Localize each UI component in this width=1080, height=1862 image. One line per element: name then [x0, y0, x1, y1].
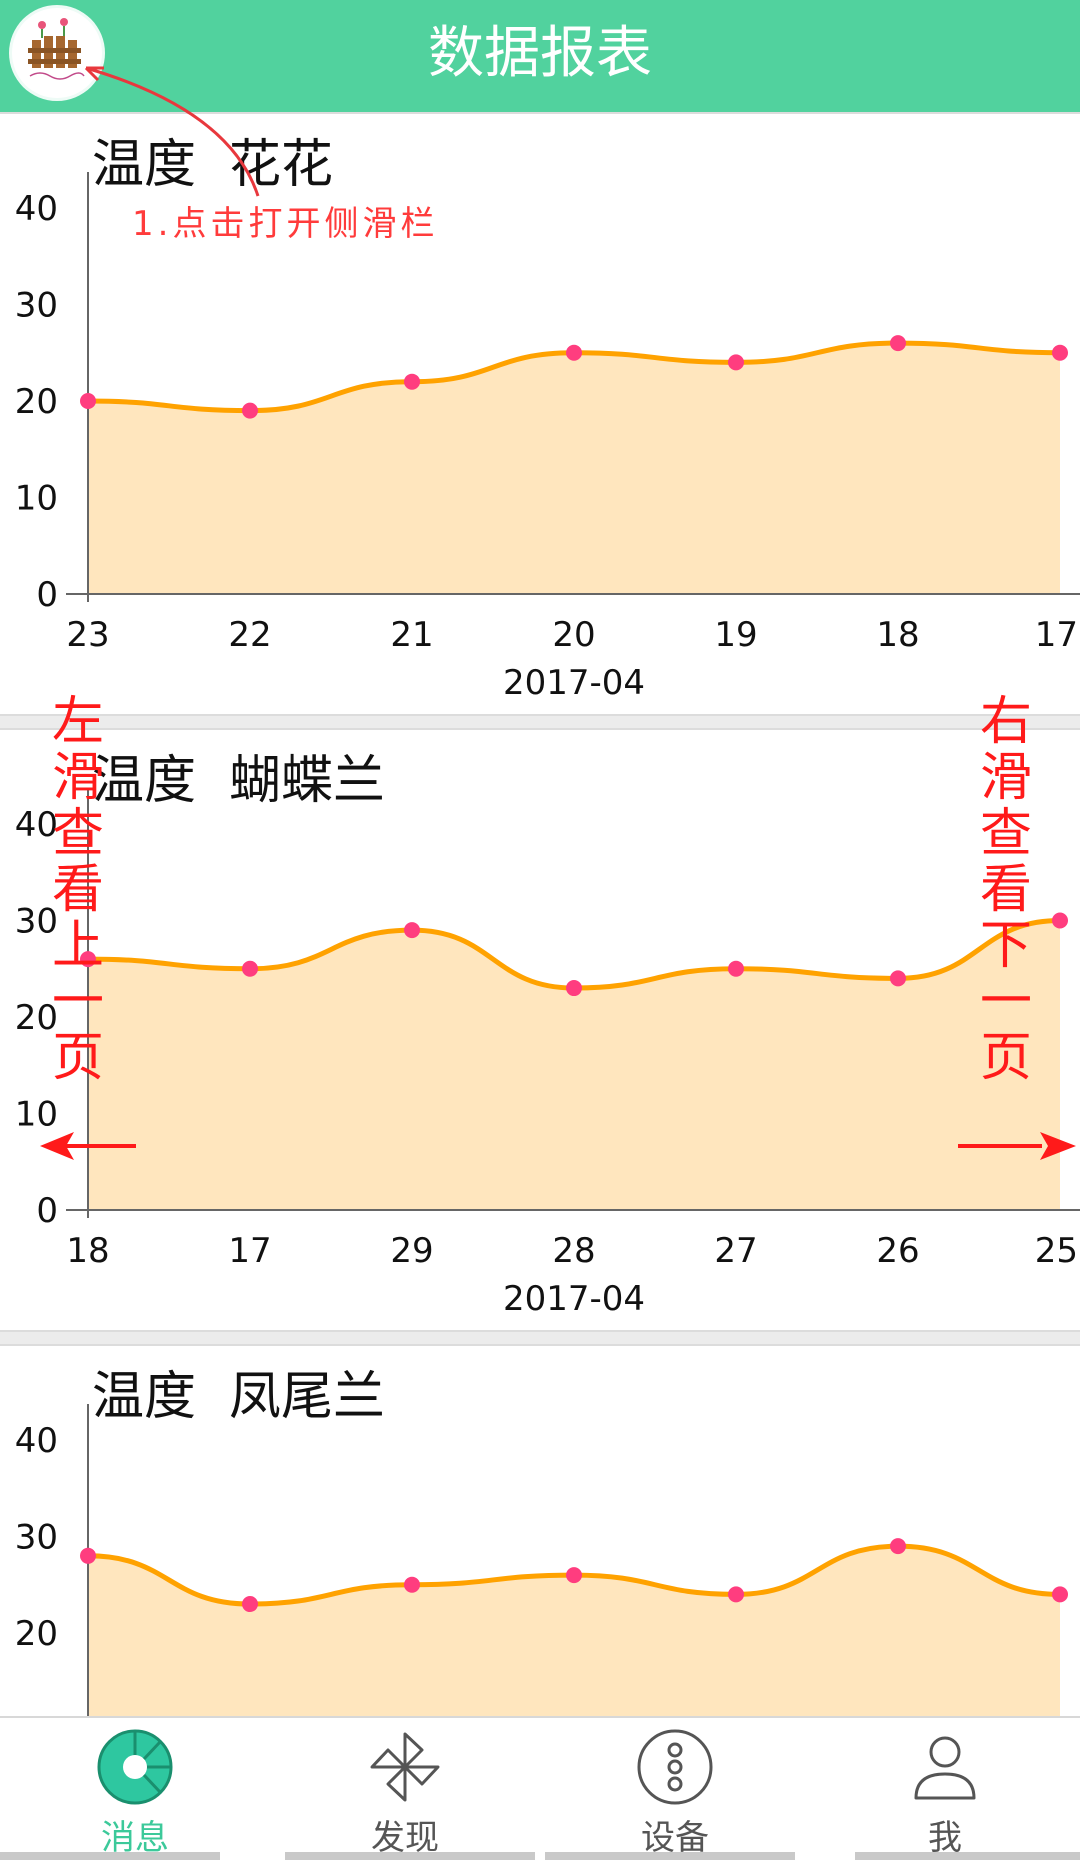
x-tick-label: 26 [876, 1231, 919, 1271]
app-header: 数据报表 [0, 0, 1080, 112]
data-point[interactable] [566, 980, 582, 997]
y-tick-label: 30 [15, 1518, 58, 1558]
x-tick-label: 18 [66, 1231, 109, 1271]
y-tick-label: 30 [15, 286, 58, 326]
temperature-chart-yucca: 010203040 [15, 1404, 1068, 1718]
x-tick-label: 25 [1035, 1231, 1078, 1271]
chart-card-yucca[interactable]: 温度 凤尾兰 010203040 [0, 1344, 1080, 1718]
tab-messages[interactable]: 消息 [0, 1718, 270, 1862]
y-tick-label: 0 [36, 575, 58, 615]
series-area [88, 343, 1060, 594]
x-tick-label: 29 [390, 1231, 433, 1271]
data-point[interactable] [404, 373, 420, 390]
data-point[interactable] [80, 1547, 96, 1564]
data-point[interactable] [1052, 912, 1068, 929]
scroll-indicator [855, 1852, 1080, 1860]
tab-me[interactable]: 我 [810, 1718, 1080, 1862]
x-tick-label: 20 [552, 615, 595, 655]
y-tick-label: 20 [15, 382, 58, 422]
message-icon [97, 1729, 173, 1805]
y-tick-label: 0 [36, 1191, 58, 1231]
y-tick-label: 40 [15, 189, 58, 229]
pinwheel-icon [370, 1732, 440, 1802]
x-tick-label: 23 [66, 615, 109, 655]
x-tick-label: 18 [876, 615, 919, 655]
data-point[interactable] [890, 335, 906, 352]
series-area [88, 920, 1060, 1210]
y-tick-label: 40 [15, 1421, 58, 1461]
data-point[interactable] [242, 402, 258, 419]
data-point[interactable] [890, 1538, 906, 1555]
data-point[interactable] [728, 354, 744, 371]
tab-discover[interactable]: 发现 [270, 1718, 540, 1862]
scroll-indicator [285, 1852, 535, 1860]
avatar-sidebar-toggle[interactable] [12, 8, 102, 98]
x-axis-label: 2017-04 [503, 1279, 645, 1319]
data-point[interactable] [80, 393, 96, 409]
y-tick-label: 10 [15, 1095, 58, 1135]
x-tick-label: 27 [714, 1231, 757, 1271]
device-icon [637, 1729, 713, 1805]
x-tick-label: 22 [228, 615, 271, 655]
page-title: 数据报表 [428, 21, 652, 86]
bottom-tab-bar: 消息 发现 设备 我 [0, 1716, 1080, 1862]
y-tick-label: 10 [15, 479, 58, 519]
data-point[interactable] [566, 344, 582, 361]
swipe-right-hint: 右滑查看下一页 [979, 692, 1032, 1088]
data-point[interactable] [1052, 1586, 1068, 1603]
swipe-left-hint: 左滑查看上一页 [51, 692, 104, 1088]
data-point[interactable] [890, 970, 906, 987]
data-point[interactable] [242, 960, 258, 977]
data-point[interactable] [728, 1586, 744, 1603]
data-point[interactable] [1052, 344, 1068, 361]
sidebar-hint: 1.点击打开侧滑栏 [132, 204, 439, 244]
tab-devices[interactable]: 设备 [540, 1718, 810, 1862]
x-tick-label: 28 [552, 1231, 595, 1271]
x-axis-label: 2017-04 [503, 663, 645, 703]
data-point[interactable] [404, 1576, 420, 1593]
data-point[interactable] [242, 1596, 258, 1613]
chart-card-butterfly-orchid[interactable]: 温度 蝴蝶兰 0 10 20 30 40 18 17 29 28 27 26 25 2017-04 [0, 728, 1080, 1332]
scroll-indicator [545, 1852, 795, 1860]
x-tick-label: 17 [1035, 615, 1078, 655]
scroll-indicator [0, 1852, 220, 1860]
data-point[interactable] [728, 960, 744, 977]
user-icon [914, 1736, 976, 1800]
x-tick-label: 17 [228, 1231, 271, 1271]
temperature-chart-butterfly-orchid: 01020304018 17 29 28 27 26 252017-04 [15, 788, 1080, 1319]
fence-flower-logo-icon [13, 9, 101, 97]
data-point[interactable] [566, 1567, 582, 1584]
x-tick-label: 19 [714, 615, 757, 655]
y-tick-label: 20 [15, 1614, 58, 1654]
x-tick-label: 21 [390, 615, 433, 655]
data-point[interactable] [404, 922, 420, 939]
